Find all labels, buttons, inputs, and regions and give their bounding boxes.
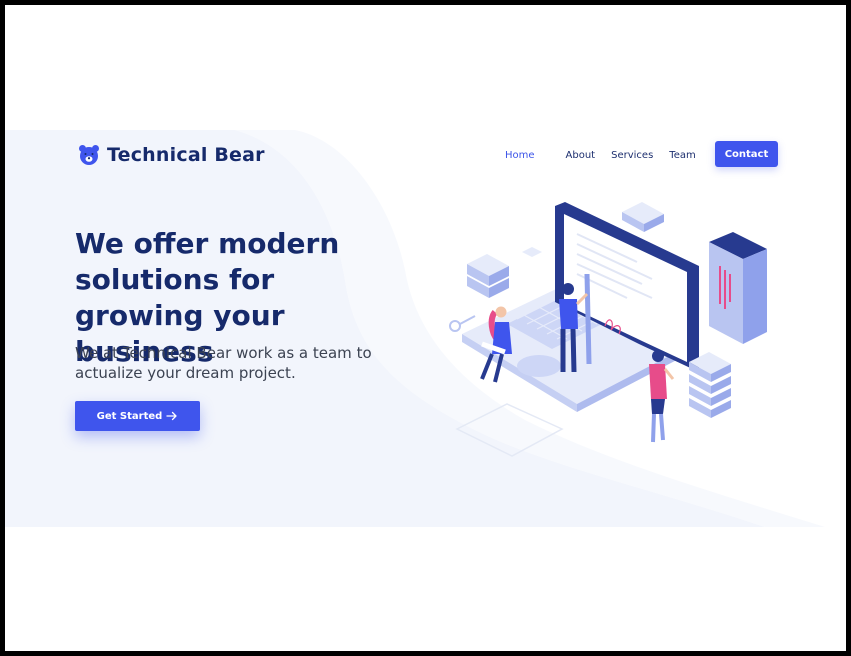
nav-links: Home About Services Team: [505, 141, 712, 169]
page: Technical Bear Home About Services Team …: [5, 5, 846, 651]
nav-link-services[interactable]: Services: [611, 150, 653, 161]
contact-button[interactable]: Contact: [715, 141, 778, 167]
arrow-right-icon: [166, 411, 177, 421]
nav-link-team[interactable]: Team: [669, 150, 695, 161]
brand-name: Technical Bear: [107, 144, 265, 166]
nav-link-home[interactable]: Home: [505, 150, 535, 161]
isometric-team-laptop-illustration: [449, 202, 767, 457]
get-started-label: Get Started: [96, 410, 163, 422]
nav-link-about[interactable]: About: [566, 150, 596, 161]
navbar: Technical Bear Home About Services Team …: [5, 141, 846, 175]
brand-logo[interactable]: Technical Bear: [78, 144, 265, 166]
bear-icon: [79, 145, 99, 165]
get-started-button[interactable]: Get Started: [75, 401, 200, 431]
hero-subtitle: We at Technical Bear work as a team to a…: [75, 344, 372, 382]
